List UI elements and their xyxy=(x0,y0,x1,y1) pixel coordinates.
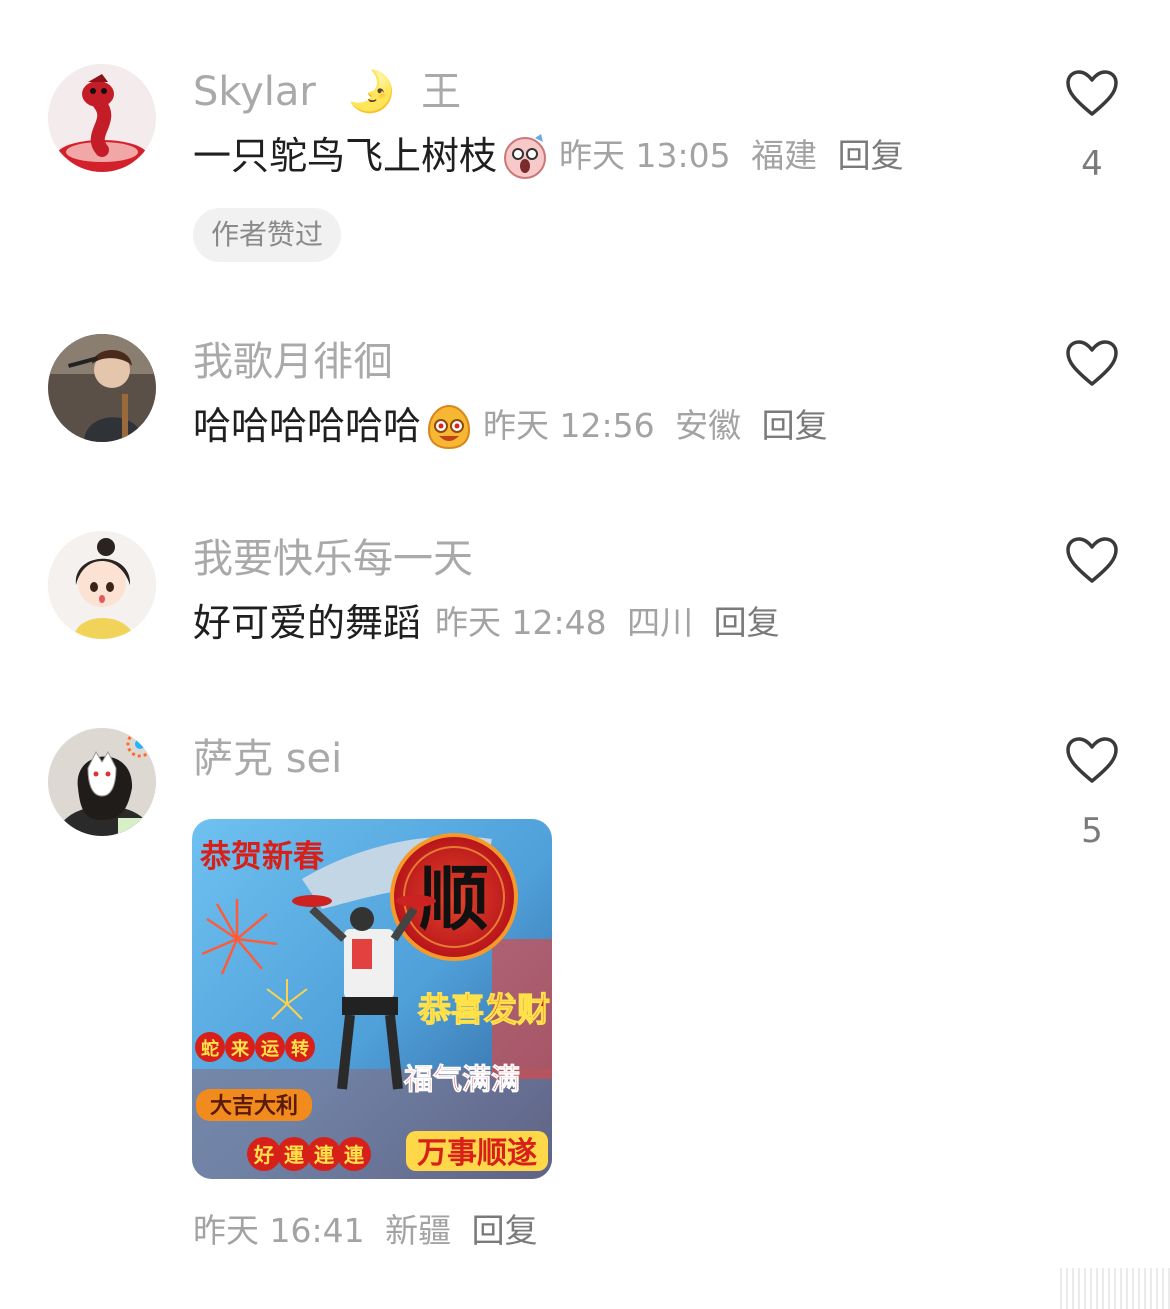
comment-time: 昨天 13:05 xyxy=(559,136,731,175)
comment-meta: 昨天 12:48 四川 回复 xyxy=(435,598,790,648)
svg-text:連: 連 xyxy=(314,1143,335,1167)
reply-button[interactable]: 回复 xyxy=(472,1211,538,1250)
fox-mask-avatar-image xyxy=(48,728,156,836)
svg-text:运: 运 xyxy=(261,1039,279,1060)
poster-closing: 万事顺遂 xyxy=(417,1136,537,1171)
like-control[interactable]: 4 xyxy=(1064,70,1120,184)
comment-location: 福建 xyxy=(751,136,818,175)
comment-username[interactable]: 我要快乐每一天 xyxy=(193,534,473,584)
moon-decor-icon: 🌛 xyxy=(346,69,397,115)
reply-button[interactable]: 回复 xyxy=(714,603,780,642)
svg-text:好: 好 xyxy=(253,1143,274,1167)
heart-icon[interactable] xyxy=(1065,537,1119,585)
comment-location: 安徽 xyxy=(675,406,742,445)
reply-button[interactable]: 回复 xyxy=(838,136,904,175)
svg-text:转: 转 xyxy=(291,1038,309,1060)
singer-avatar-image xyxy=(48,334,156,442)
comment-username[interactable]: 萨克 sei xyxy=(193,734,342,784)
home-indicator-area xyxy=(1060,1268,1170,1309)
heart-icon[interactable] xyxy=(1065,70,1119,118)
comment-time: 昨天 12:48 xyxy=(435,603,607,642)
poster-blessing: 福气满满 xyxy=(403,1062,520,1096)
like-control[interactable] xyxy=(1064,537,1120,585)
comment-body: 一只鸵鸟飞上树枝 昨天 13:05 福建 回复 xyxy=(193,131,914,181)
cartoon-girl-avatar-image xyxy=(48,531,156,639)
king-decor: 王 xyxy=(421,69,462,115)
heart-icon[interactable] xyxy=(1065,737,1119,785)
comment-body: 哈哈哈哈哈哈 昨天 12:56 安徽 回复 xyxy=(193,401,838,451)
comment-text: 哈哈哈哈哈哈 xyxy=(193,404,422,448)
svg-text:運: 運 xyxy=(284,1143,304,1167)
poster-wish: 恭喜发财 xyxy=(417,990,550,1029)
comment-meta: 昨天 13:05 福建 回复 xyxy=(559,131,914,181)
comment-time: 昨天 12:56 xyxy=(483,406,655,445)
snake-plush-avatar-image xyxy=(48,64,156,172)
svg-text:連: 連 xyxy=(344,1143,365,1167)
poster-greeting: 恭贺新春 xyxy=(199,839,324,875)
comment-image[interactable]: 顺 恭贺新春 恭喜发财 福气满满 蛇 来 运 转 大吉大利 好 運 連 連 万事… xyxy=(192,819,552,1179)
shocked-face-icon xyxy=(501,132,549,180)
username-text: Skylar xyxy=(193,69,316,115)
avatar[interactable] xyxy=(48,334,156,442)
comment-username[interactable]: Skylar 🌛 王 xyxy=(193,67,461,117)
comment-time: 昨天 16:41 xyxy=(193,1211,365,1250)
comment-text: 好可爱的舞蹈 xyxy=(193,601,422,645)
like-count: 5 xyxy=(1081,811,1103,851)
like-control[interactable]: 5 xyxy=(1064,737,1120,851)
like-count: 4 xyxy=(1081,144,1103,184)
poster-fortune: 大吉大利 xyxy=(210,1093,298,1119)
avatar[interactable] xyxy=(48,64,156,172)
comment-text: 一只鸵鸟飞上树枝 xyxy=(193,134,498,178)
reply-button[interactable]: 回复 xyxy=(762,406,828,445)
comment-location: 四川 xyxy=(627,603,694,642)
author-liked-badge: 作者赞过 xyxy=(193,208,342,262)
avatar[interactable] xyxy=(48,728,156,836)
avatar[interactable] xyxy=(48,531,156,639)
comment-username[interactable]: 我歌月徘徊 xyxy=(193,337,393,387)
laughing-face-icon xyxy=(425,402,473,450)
like-control[interactable] xyxy=(1064,340,1120,388)
comment-meta: 昨天 16:41 新疆 回复 xyxy=(193,1206,548,1256)
svg-text:蛇: 蛇 xyxy=(201,1038,219,1060)
comment-meta: 昨天 12:56 安徽 回复 xyxy=(483,401,838,451)
comment-body: 好可爱的舞蹈 昨天 12:48 四川 回复 xyxy=(193,598,790,648)
svg-text:来: 来 xyxy=(230,1039,250,1060)
comment-location: 新疆 xyxy=(385,1211,452,1250)
heart-icon[interactable] xyxy=(1065,340,1119,388)
